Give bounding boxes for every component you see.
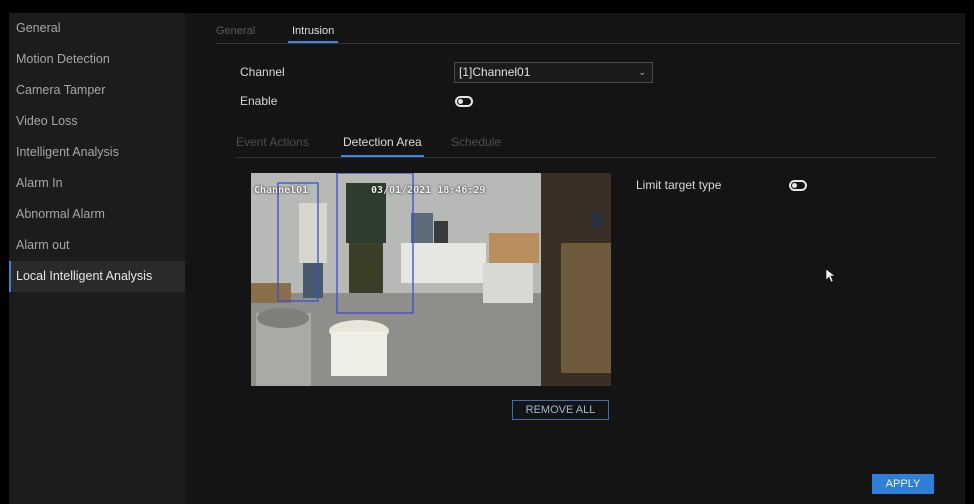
sidebar-item-intelligent-analysis[interactable]: Intelligent Analysis <box>9 137 185 168</box>
enable-toggle-knob <box>458 99 463 104</box>
channel-label: Channel <box>240 65 285 79</box>
sidebar-item-motion-detection[interactable]: Motion Detection <box>9 44 185 75</box>
sidebar-item-alarm-out[interactable]: Alarm out <box>9 230 185 261</box>
osd-channel-name: Channel01 <box>254 185 309 196</box>
channel-select[interactable]: [1]Channel01 ⌄ <box>454 62 653 83</box>
sidebar-item-abnormal-alarm[interactable]: Abnormal Alarm <box>9 199 185 230</box>
tab-event-actions[interactable]: Event Actions <box>236 135 309 149</box>
sidebar: General Motion Detection Camera Tamper V… <box>9 13 185 504</box>
mouse-pointer-icon <box>826 269 836 283</box>
limit-target-type-label: Limit target type <box>636 178 722 192</box>
sidebar-item-camera-tamper[interactable]: Camera Tamper <box>9 75 185 106</box>
sidebar-item-general[interactable]: General <box>9 13 185 44</box>
sidebar-item-local-intelligent-analysis[interactable]: Local Intelligent Analysis <box>9 261 185 292</box>
camera-scene <box>251 173 611 386</box>
enable-label: Enable <box>240 94 278 108</box>
top-tab-bar: General Intrusion <box>216 22 960 44</box>
tab-detection-area[interactable]: Detection Area <box>341 135 424 157</box>
main-panel: General Intrusion Channel [1]Channel01 ⌄… <box>185 13 965 504</box>
sidebar-item-video-loss[interactable]: Video Loss <box>9 106 185 137</box>
channel-select-value: [1]Channel01 <box>459 65 531 79</box>
sub-tab-bar: Event Actions Detection Area Schedule <box>236 133 936 158</box>
enable-toggle[interactable] <box>455 96 473 107</box>
tab-general[interactable]: General <box>216 25 255 37</box>
chevron-down-icon: ⌄ <box>638 67 646 77</box>
sidebar-item-alarm-in[interactable]: Alarm In <box>9 168 185 199</box>
tab-schedule[interactable]: Schedule <box>451 135 501 149</box>
osd-datetime: 03/01/2021 18:46:29 <box>371 185 486 196</box>
settings-window: General Motion Detection Camera Tamper V… <box>9 13 965 504</box>
tab-intrusion[interactable]: Intrusion <box>287 25 339 43</box>
apply-button[interactable]: APPLY <box>872 474 934 494</box>
limit-target-type-toggle-knob <box>792 183 797 188</box>
limit-target-type-toggle[interactable] <box>789 180 807 191</box>
remove-all-button[interactable]: REMOVE ALL <box>512 400 609 420</box>
camera-preview[interactable]: Channel01 03/01/2021 18:46:29 <box>251 173 611 386</box>
